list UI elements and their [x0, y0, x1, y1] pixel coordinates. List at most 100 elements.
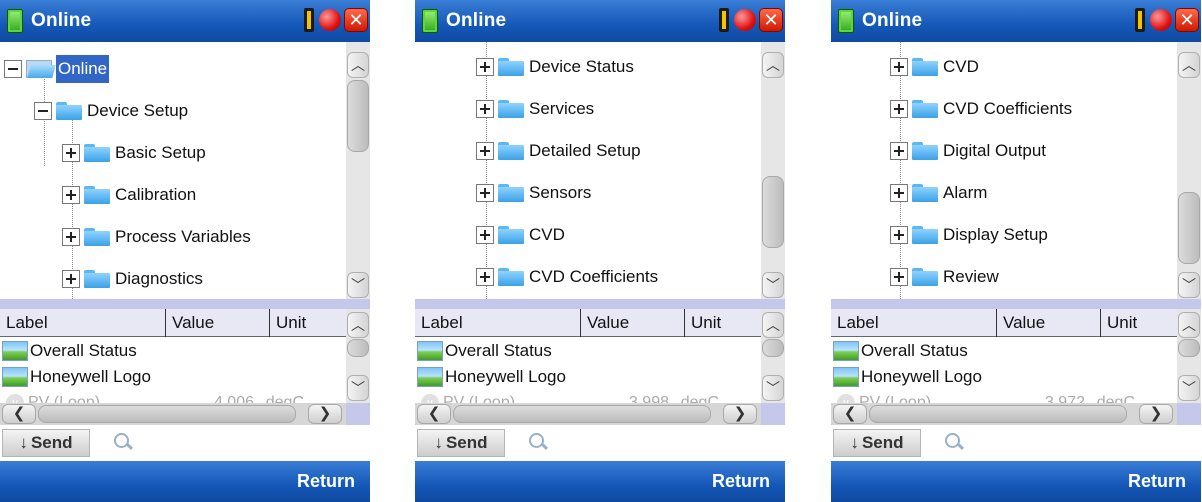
chevron-right-icon[interactable]: ❯ [1139, 404, 1173, 424]
column-label[interactable]: Label [831, 309, 997, 337]
send-button[interactable]: ↓ Send [417, 429, 505, 457]
tree-node-review[interactable]: Review [890, 256, 999, 298]
search-icon[interactable] [527, 432, 549, 454]
expand-icon[interactable] [890, 268, 908, 286]
tree-node-calibration[interactable]: Calibration [62, 174, 196, 216]
grid-horizontal-scrollbar[interactable]: ❮ ❯ [0, 403, 346, 425]
column-label[interactable]: Label [0, 309, 166, 337]
return-button[interactable]: Return [712, 471, 770, 492]
collapse-icon[interactable] [34, 102, 52, 120]
tree-scrollbar[interactable]: ︿ ﹀ [346, 42, 370, 299]
return-button[interactable]: Return [1128, 471, 1186, 492]
scroll-thumb[interactable] [762, 176, 784, 248]
column-value[interactable]: Value [166, 309, 270, 337]
chevron-up-icon[interactable]: ︿ [347, 312, 369, 338]
expand-icon[interactable] [476, 268, 494, 286]
grid-row[interactable]: Honeywell Logo [415, 364, 761, 390]
chevron-up-icon[interactable]: ︿ [1178, 312, 1200, 338]
send-button[interactable]: ↓ Send [2, 429, 90, 457]
column-unit[interactable]: Unit [1101, 309, 1177, 337]
expand-icon[interactable] [476, 142, 494, 160]
chevron-up-icon[interactable]: ︿ [1178, 52, 1200, 78]
column-unit[interactable]: Unit [270, 309, 346, 337]
close-icon[interactable]: ✕ [1175, 8, 1199, 32]
expand-icon[interactable] [62, 186, 80, 204]
chevron-right-icon[interactable]: ❯ [308, 404, 342, 424]
grid-horizontal-scrollbar[interactable]: ❮ ❯ [831, 403, 1177, 425]
red-dot-icon[interactable] [319, 9, 341, 31]
column-unit[interactable]: Unit [685, 309, 761, 337]
chevron-down-icon[interactable]: ﹀ [347, 272, 369, 298]
grid-scrollbar[interactable]: ︿ ﹀ [346, 309, 370, 403]
grid-row[interactable]: Overall Status [831, 338, 1177, 364]
grid-row[interactable]: Overall Status [415, 338, 761, 364]
grid-horizontal-scrollbar[interactable]: ❮ ❯ [415, 403, 761, 425]
close-icon[interactable]: ✕ [759, 8, 783, 32]
tree-node-cvd[interactable]: CVD [476, 214, 565, 256]
red-dot-icon[interactable] [1150, 9, 1172, 31]
tree-node-display-setup[interactable]: Display Setup [890, 214, 1048, 256]
chevron-down-icon[interactable]: ﹀ [347, 375, 369, 401]
expand-icon[interactable] [476, 100, 494, 118]
expand-icon[interactable] [890, 184, 908, 202]
tree-node-detailed-setup[interactable]: Detailed Setup [476, 130, 641, 172]
tree-node-digital-output[interactable]: Digital Output [890, 130, 1046, 172]
column-value[interactable]: Value [997, 309, 1101, 337]
tree-node-process-variables[interactable]: Process Variables [62, 216, 251, 258]
grid-row[interactable]: v PV (Loop) 3.998 degC [415, 390, 761, 404]
close-icon[interactable]: ✕ [344, 8, 368, 32]
grid-row[interactable]: v PV (Loop) 4.006 degC [0, 390, 346, 404]
tree-node-device-setup[interactable]: Device Setup [34, 90, 188, 132]
search-icon[interactable] [943, 432, 965, 454]
chevron-down-icon[interactable]: ﹀ [762, 272, 784, 298]
tree-node-diagnostics[interactable]: Diagnostics [62, 258, 203, 299]
tree-node-cvd-coefficients[interactable]: CVD Coefficients [476, 256, 658, 298]
scroll-thumb[interactable] [762, 339, 784, 357]
chevron-down-icon[interactable]: ﹀ [762, 375, 784, 401]
tree-node-sensors[interactable]: Sensors [476, 172, 591, 214]
chevron-right-icon[interactable]: ❯ [723, 404, 757, 424]
expand-icon[interactable] [476, 184, 494, 202]
column-value[interactable]: Value [581, 309, 685, 337]
expand-icon[interactable] [890, 100, 908, 118]
scroll-thumb[interactable] [1178, 339, 1200, 357]
return-button[interactable]: Return [297, 471, 355, 492]
chevron-up-icon[interactable]: ︿ [347, 52, 369, 78]
tree-node-cvd-coefficients[interactable]: CVD Coefficients [890, 88, 1072, 130]
grid-row[interactable]: Overall Status [0, 338, 346, 364]
expand-icon[interactable] [62, 270, 80, 288]
send-button[interactable]: ↓ Send [833, 429, 921, 457]
expand-icon[interactable] [62, 228, 80, 246]
scroll-thumb[interactable] [38, 405, 296, 423]
expand-icon[interactable] [476, 226, 494, 244]
tree-node-services[interactable]: Services [476, 88, 594, 130]
expand-icon[interactable] [476, 58, 494, 76]
grid-row[interactable]: Honeywell Logo [831, 364, 1177, 390]
expand-icon[interactable] [890, 142, 908, 160]
search-icon[interactable] [112, 432, 134, 454]
scroll-thumb[interactable] [347, 339, 369, 357]
scroll-thumb[interactable] [453, 405, 711, 423]
chevron-up-icon[interactable]: ︿ [762, 52, 784, 78]
collapse-icon[interactable] [4, 60, 22, 78]
tree-node-online[interactable]: Online [4, 48, 110, 90]
chevron-left-icon[interactable]: ❮ [417, 404, 451, 424]
grid-row[interactable]: Honeywell Logo [0, 364, 346, 390]
scroll-thumb[interactable] [347, 80, 369, 152]
tree-node-alarm[interactable]: Alarm [890, 172, 987, 214]
column-label[interactable]: Label [415, 309, 581, 337]
expand-icon[interactable] [890, 58, 908, 76]
tree-node-cvd[interactable]: CVD [890, 46, 979, 88]
grid-scrollbar[interactable]: ︿ ﹀ [1177, 309, 1201, 403]
chevron-up-icon[interactable]: ︿ [762, 312, 784, 338]
chevron-left-icon[interactable]: ❮ [833, 404, 867, 424]
tree-scrollbar[interactable]: ︿ ﹀ [761, 42, 785, 299]
expand-icon[interactable] [62, 144, 80, 162]
chevron-left-icon[interactable]: ❮ [2, 404, 36, 424]
chevron-down-icon[interactable]: ﹀ [1178, 272, 1200, 298]
grid-row[interactable]: v PV (Loop) 3.972 degC [831, 390, 1177, 404]
tree-node-device-status[interactable]: Device Status [476, 46, 634, 88]
scroll-thumb[interactable] [869, 405, 1127, 423]
scroll-thumb[interactable] [1178, 192, 1200, 264]
expand-icon[interactable] [890, 226, 908, 244]
